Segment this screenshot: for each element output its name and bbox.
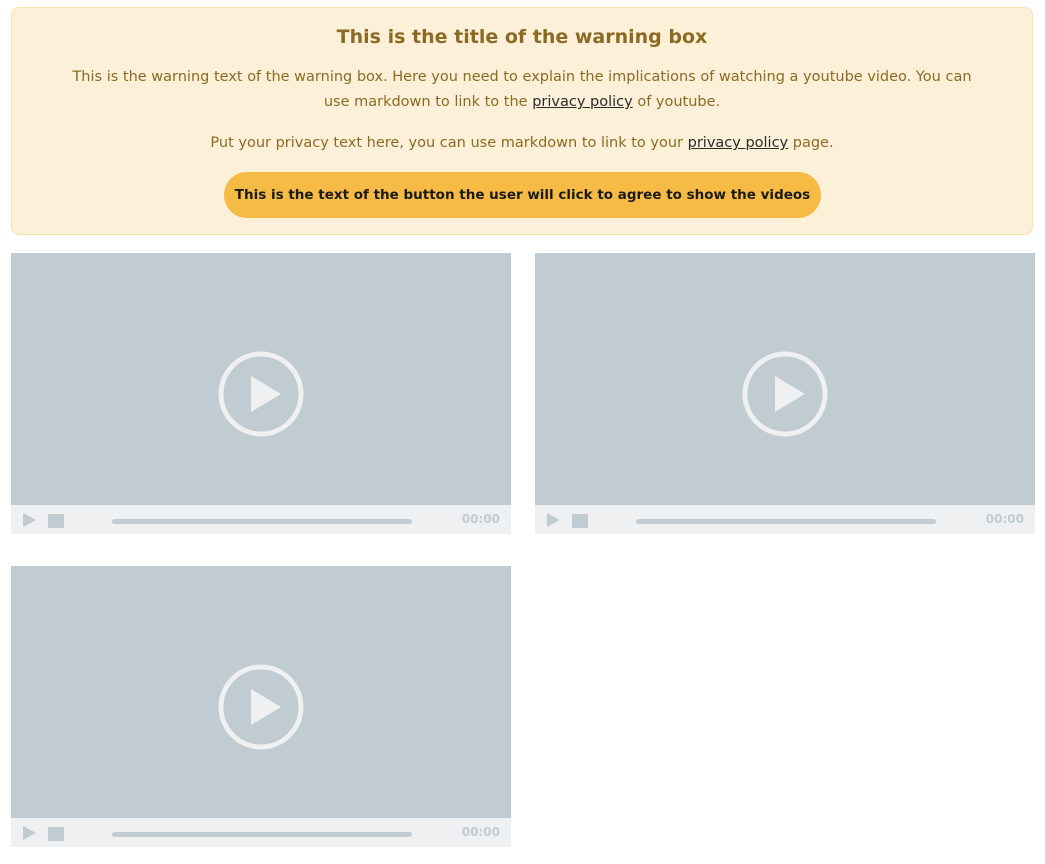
stop-icon[interactable] <box>48 514 64 528</box>
video-controls: 00:00 <box>11 818 511 847</box>
privacy-text-before-link: Put your privacy text here, you can use … <box>210 135 688 151</box>
privacy-text: Put your privacy text here, you can use … <box>32 131 1012 156</box>
youtube-privacy-policy-link[interactable]: privacy policy <box>532 94 633 110</box>
time-display: 00:00 <box>461 825 500 839</box>
progress-track[interactable] <box>112 832 412 837</box>
agree-show-videos-button[interactable]: This is the text of the button the user … <box>224 172 821 218</box>
warning-text: This is the warning text of the warning … <box>62 65 982 115</box>
stop-icon[interactable] <box>48 827 64 841</box>
play-icon[interactable] <box>547 513 561 527</box>
site-privacy-policy-link[interactable]: privacy policy <box>688 135 789 151</box>
video-controls: 00:00 <box>535 505 1035 534</box>
play-circle-icon[interactable] <box>741 350 829 438</box>
time-display: 00:00 <box>461 512 500 526</box>
play-circle-icon[interactable] <box>217 350 305 438</box>
video-screen <box>11 253 511 505</box>
video-screen <box>11 566 511 818</box>
video-controls: 00:00 <box>11 505 511 534</box>
warning-box: This is the title of the warning box Thi… <box>11 7 1033 235</box>
progress-track[interactable] <box>112 519 412 524</box>
play-icon[interactable] <box>23 513 37 527</box>
warning-text-before-link: This is the warning text of the warning … <box>72 69 972 110</box>
video-screen <box>535 253 1035 505</box>
progress-track[interactable] <box>636 519 936 524</box>
stop-icon[interactable] <box>572 514 588 528</box>
video-placeholder-1: 00:00 <box>11 253 511 534</box>
play-circle-icon[interactable] <box>217 663 305 751</box>
play-icon[interactable] <box>23 826 37 840</box>
warning-title: This is the title of the warning box <box>336 26 708 48</box>
time-display: 00:00 <box>985 512 1024 526</box>
warning-text-after-link: of youtube. <box>632 94 721 110</box>
video-placeholder-3: 00:00 <box>11 566 511 847</box>
video-placeholder-2: 00:00 <box>535 253 1035 534</box>
privacy-text-after-link: page. <box>788 135 834 151</box>
